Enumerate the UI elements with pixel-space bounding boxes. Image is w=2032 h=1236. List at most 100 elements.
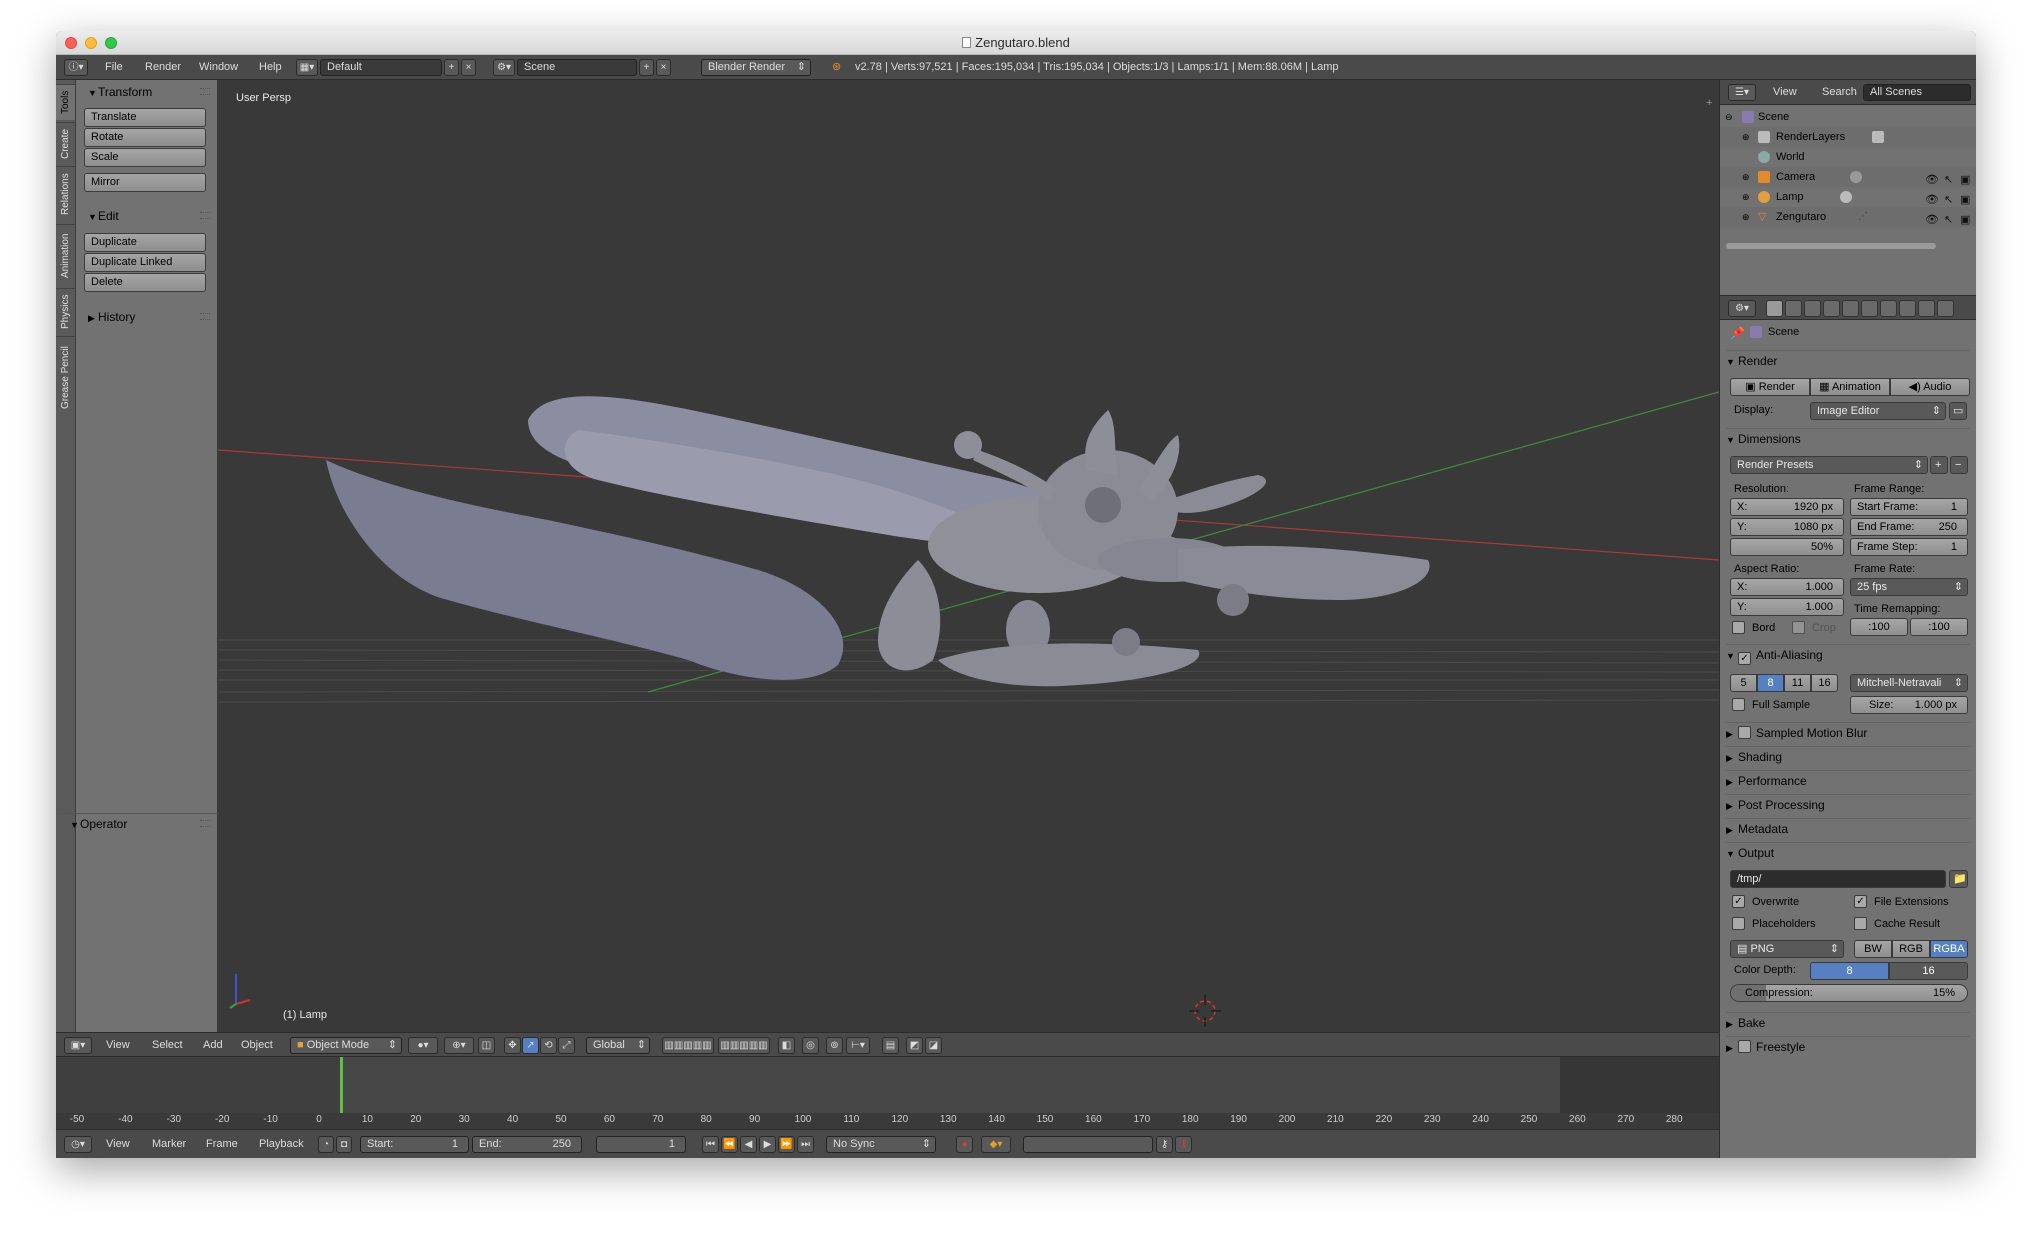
menu-view[interactable]: View — [106, 1033, 130, 1058]
tab-grease-pencil[interactable]: Grease Pencil — [56, 336, 75, 418]
delete-layout-icon[interactable]: × — [461, 59, 476, 76]
drag-grip-icon[interactable] — [200, 212, 210, 219]
minimize-window-button[interactable] — [85, 37, 97, 49]
mirror-button[interactable]: Mirror — [84, 173, 206, 192]
animation-button[interactable]: ▦ Animation — [1810, 378, 1890, 396]
outliner-item-camera[interactable]: ⊕ Camera 👁 ↖ ▣ — [1720, 167, 1976, 187]
limit-selection-icon[interactable]: ◫ — [478, 1037, 495, 1054]
layers-grid-icon-2[interactable]: ▥▥▥▥▥ — [718, 1037, 770, 1054]
cache-result-checkbox[interactable] — [1854, 917, 1867, 930]
anti-aliasing-checkbox[interactable]: ✓ — [1738, 652, 1751, 665]
crop-checkbox[interactable] — [1792, 621, 1805, 634]
editor-type-3d-view-icon[interactable]: ▣▾ — [64, 1037, 92, 1054]
editor-type-timeline-icon[interactable]: ◷▾ — [64, 1136, 92, 1153]
section-dimensions-header[interactable]: ▼ Dimensions — [1726, 428, 1970, 448]
tab-create[interactable]: Create — [56, 122, 75, 164]
section-sampled-motion-blur-header[interactable]: ▶ Sampled Motion Blur — [1726, 722, 1970, 742]
menu-file[interactable]: File — [105, 55, 123, 80]
outliner-menu-view[interactable]: View — [1773, 80, 1797, 105]
display-fullscreen-toggle[interactable]: ▭ — [1949, 402, 1967, 420]
jump-keyframe-back-icon[interactable]: ⏪ — [721, 1136, 738, 1153]
menu-render[interactable]: Render — [145, 55, 181, 80]
manipulator-toggle-icon[interactable]: ✥ — [504, 1037, 521, 1054]
render-animation-icon[interactable]: ◪ — [925, 1037, 942, 1054]
keying-set-icon[interactable]: ◆▾ — [981, 1136, 1011, 1153]
layers-grid-icon-1[interactable]: ▥▥▥▥▥ — [662, 1037, 714, 1054]
end-frame-field[interactable]: End Frame: 250 — [1850, 518, 1968, 536]
physics-tab-icon[interactable] — [1937, 300, 1954, 317]
menu-window[interactable]: Window — [199, 55, 238, 80]
compression-slider[interactable]: Compression: 15% — [1730, 984, 1968, 1002]
expand-toggle-icon[interactable]: ⊕ — [1742, 167, 1750, 187]
render-engine-dropdown[interactable]: Blender Render ⇕ — [701, 59, 811, 76]
start-frame-field[interactable]: Start: 1 — [360, 1136, 469, 1153]
outliner-menu-search[interactable]: Search — [1822, 80, 1857, 105]
translate-button[interactable]: Translate — [84, 108, 206, 127]
remove-preset-button[interactable]: − — [1950, 456, 1968, 474]
display-dropdown[interactable]: Image Editor ⇕ — [1810, 402, 1946, 420]
drag-grip-icon[interactable] — [200, 820, 210, 827]
constraints-tab-icon[interactable] — [1861, 300, 1878, 317]
section-shading-header[interactable]: ▶ Shading — [1726, 746, 1970, 766]
file-format-dropdown[interactable]: ▤ PNG ⇕ — [1730, 940, 1844, 958]
audio-button[interactable]: ◀) Audio — [1890, 378, 1970, 396]
editor-type-info-icon[interactable]: ⓘ▾ — [64, 59, 88, 76]
jump-start-icon[interactable]: ⏮ — [702, 1136, 719, 1153]
render-preview-icon[interactable]: ◩ — [906, 1037, 923, 1054]
panel-history-header[interactable]: ▶ History — [76, 307, 218, 327]
tab-tools[interactable]: Tools — [56, 84, 75, 120]
tab-animation[interactable]: Animation — [56, 224, 75, 286]
jump-keyframe-forward-icon[interactable]: ⏩ — [778, 1136, 795, 1153]
play-reverse-icon[interactable]: ◀ — [740, 1136, 757, 1153]
play-icon[interactable]: ▶ — [759, 1136, 776, 1153]
outliner-scrollbar[interactable] — [1726, 243, 1936, 249]
render-layers-tab-icon[interactable] — [1785, 300, 1802, 317]
delete-button[interactable]: Delete — [84, 273, 206, 292]
expand-toggle-icon[interactable]: ⊖ — [1725, 107, 1733, 127]
lock-time-icon[interactable]: ◘ — [336, 1136, 352, 1153]
object-mode-dropdown[interactable]: ■ Object Mode ⇕ — [290, 1037, 402, 1054]
current-frame-marker[interactable] — [340, 1057, 343, 1113]
panel-edit-header[interactable]: ▼Edit — [76, 206, 218, 226]
motion-blur-checkbox[interactable] — [1738, 726, 1751, 739]
outliner-item-scene[interactable]: ⊖ Scene — [1720, 107, 1976, 127]
outliner-item-world[interactable]: World — [1720, 147, 1976, 167]
viewport-shading-icon[interactable]: ●▾ — [408, 1037, 438, 1054]
snap-element-icon[interactable]: ⊢▾ — [846, 1037, 870, 1054]
menu-view[interactable]: View — [106, 1130, 130, 1158]
menu-frame[interactable]: Frame — [206, 1130, 238, 1158]
renderable-camera-icon[interactable]: ▣ — [1960, 210, 1970, 230]
keying-set-field[interactable] — [1023, 1136, 1153, 1153]
scene-field[interactable]: Scene — [517, 59, 637, 76]
color-mode-rgb[interactable]: RGB — [1892, 940, 1930, 958]
section-post-processing-header[interactable]: ▶ Post Processing — [1726, 794, 1970, 814]
start-frame-field[interactable]: Start Frame: 1 — [1850, 498, 1968, 516]
overwrite-checkbox[interactable]: ✓ — [1732, 895, 1745, 908]
section-anti-aliasing-header[interactable]: ▼ ✓ Anti-Aliasing — [1726, 644, 1970, 665]
selectable-cursor-icon[interactable]: ↖ — [1944, 210, 1953, 230]
time-remap-new-field[interactable]: :100 — [1910, 618, 1968, 636]
freestyle-checkbox[interactable] — [1738, 1040, 1751, 1053]
border-checkbox[interactable] — [1732, 621, 1745, 634]
section-performance-header[interactable]: ▶ Performance — [1726, 770, 1970, 790]
outliner-item-zengutaro[interactable]: ⊕ ▽ Zengutaro ⋰ 👁 ↖ ▣ — [1720, 207, 1976, 227]
file-extensions-checkbox[interactable]: ✓ — [1854, 895, 1867, 908]
aa-samples-8[interactable]: 8 — [1757, 674, 1784, 692]
outliner-item-renderlayers[interactable]: ⊕ RenderLayers — [1720, 127, 1976, 147]
zoom-window-button[interactable] — [105, 37, 117, 49]
pivot-point-icon[interactable]: ⊕▾ — [444, 1037, 474, 1054]
outliner-display-mode[interactable]: All Scenes — [1863, 84, 1971, 101]
insert-keyframe-icon[interactable]: ⚷ — [1156, 1136, 1173, 1153]
transform-orientation-dropdown[interactable]: Global ⇕ — [586, 1037, 650, 1054]
time-remap-old-field[interactable]: :100 — [1850, 618, 1908, 636]
filter-size-field[interactable]: Size: 1.000 px — [1850, 696, 1968, 714]
duplicate-linked-button[interactable]: Duplicate Linked — [84, 253, 206, 272]
drag-grip-icon[interactable] — [200, 88, 210, 95]
proportional-edit-icon[interactable]: ◎ — [802, 1037, 819, 1054]
resolution-y-field[interactable]: Y: 1080 px — [1730, 518, 1844, 536]
jump-end-icon[interactable]: ⏭ — [797, 1136, 814, 1153]
aa-filter-dropdown[interactable]: Mitchell-Netravali ⇕ — [1850, 674, 1968, 692]
panel-transform-header[interactable]: ▼Transform — [76, 82, 218, 102]
render-tab-icon[interactable] — [1766, 300, 1783, 317]
browse-folder-button[interactable]: 📁 — [1949, 870, 1968, 888]
